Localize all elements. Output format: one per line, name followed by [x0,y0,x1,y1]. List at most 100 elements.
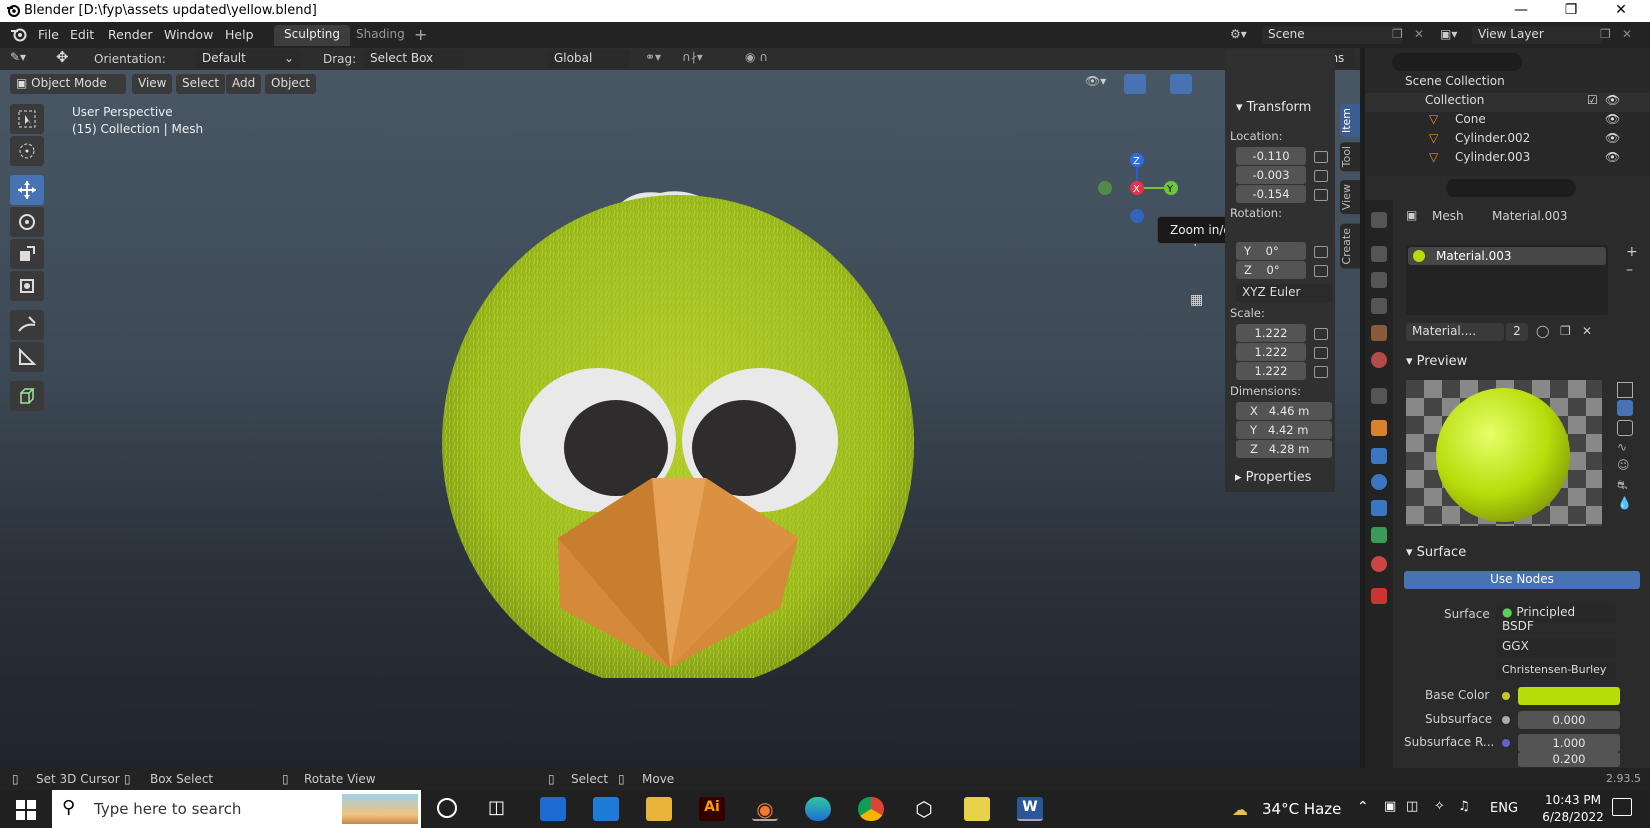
task-view-icon[interactable]: ◫ [488,797,505,818]
clock-time[interactable]: 10:43 PM [1538,793,1608,807]
socket-dot-icon[interactable] [1502,739,1510,747]
tab-create[interactable]: Create [1340,224,1360,269]
taskbar-search-box[interactable]: ⚲ Type here to search [52,790,421,828]
checkbox-icon[interactable]: ☑ [1587,93,1598,107]
properties-section[interactable]: ▸ Properties [1225,462,1335,492]
add-menu[interactable]: Add [226,74,262,94]
file-explorer-icon[interactable] [646,797,672,821]
scene-field[interactable]: Scene [1262,26,1402,44]
subsurface-field[interactable]: 0.000 [1518,711,1620,729]
constraints-tab-icon[interactable] [1371,527,1387,543]
select-menu[interactable]: Select [176,74,226,94]
word-icon[interactable]: W [1017,797,1043,821]
unlink-icon[interactable]: ✕ [1582,324,1592,338]
tab-item[interactable]: Item [1340,104,1360,138]
base-color-swatch[interactable] [1518,687,1620,705]
eye-icon[interactable]: 👁 [1605,131,1620,145]
socket-dot-icon[interactable] [1502,716,1510,724]
navigation-gizmo[interactable]: Z Y X [1095,98,1185,228]
properties-search-input[interactable] [1446,179,1576,197]
eye-icon[interactable]: 👁 [1605,150,1620,164]
outliner-row-cylinder-003[interactable]: ▽ Cylinder.003 👁 [1365,150,1650,169]
dimension-z-field[interactable]: Z 4.28 m [1236,440,1332,458]
preview-cloth-icon[interactable]: ⛐ [1617,478,1627,494]
object-menu[interactable]: Object [265,74,317,94]
lock-icon[interactable] [1314,347,1328,359]
cube-app-icon[interactable]: ⬡ [911,797,937,821]
scene-selector-icon[interactable]: ⚙▾ [1230,27,1247,41]
scene-tab-icon[interactable] [1371,325,1387,341]
outliner-row-cone[interactable]: ▽ Cone 👁 [1365,112,1650,131]
view-menu[interactable]: View [132,74,173,94]
particles-tab-icon[interactable] [1371,474,1387,490]
gizmo-toggle-icon[interactable] [1124,74,1146,94]
tool-tab-icon[interactable] [1371,212,1387,228]
blender-menu-icon[interactable] [10,26,28,45]
measure-tool[interactable] [10,342,44,372]
overlay-toggle-icon[interactable] [1170,74,1192,94]
lock-icon[interactable] [1314,151,1328,163]
remove-slot-icon[interactable]: – [1626,262,1633,278]
tab-sculpting[interactable]: Sculpting [274,25,351,46]
surface-shader-field[interactable]: ● Principled BSDF [1496,604,1616,633]
outliner-row-scene-collection[interactable]: Scene Collection [1365,74,1650,93]
preview-hair-icon[interactable]: ∿ [1617,440,1627,454]
volume-icon[interactable]: ♫ [1458,799,1470,814]
dimension-x-field[interactable]: X 4.46 m [1236,402,1332,420]
weather-text[interactable]: 34°C Haze [1262,800,1341,818]
duplicate-icon[interactable]: ❐ [1560,324,1571,338]
visibility-icon[interactable]: 👁▾ [1085,74,1106,88]
lock-icon[interactable] [1314,246,1328,258]
collection-tab-icon[interactable] [1371,388,1387,404]
pivot-icon[interactable]: ⚭▾ [645,50,661,64]
subsurface-radius-field[interactable]: 1.000 [1518,734,1620,752]
eye-icon[interactable]: 👁 [1605,93,1620,107]
language-indicator[interactable]: ENG [1490,801,1518,816]
menu-file[interactable]: File [38,27,59,42]
cursor-tool[interactable] [10,136,44,166]
menu-edit[interactable]: Edit [70,27,94,42]
blender-taskbar-icon[interactable]: ◉ [752,797,778,821]
tab-tool[interactable]: Tool [1340,142,1360,172]
orientation-dropdown[interactable]: Default ⌄ [196,50,300,68]
preview-sphere-icon[interactable] [1617,400,1633,416]
add-slot-icon[interactable]: + [1626,244,1638,260]
menu-window[interactable]: Window [164,27,213,42]
lock-icon[interactable] [1314,328,1328,340]
world-tab-icon[interactable] [1371,352,1387,368]
socket-dot-icon[interactable] [1502,692,1510,700]
wifi-icon[interactable]: ✧ [1434,799,1445,814]
view-layer-tab-icon[interactable] [1371,298,1387,314]
location-z-field[interactable]: -0.154 [1236,185,1306,203]
location-y-field[interactable]: -0.003 [1236,166,1306,184]
rotation-y-field[interactable]: Y 0° [1236,242,1306,260]
move-tool-icon[interactable]: ✥ [56,48,69,66]
tool-settings-icon[interactable]: ✎▾ [10,50,26,64]
delete-view-layer-icon[interactable]: ✕ [1622,27,1632,41]
notification-icon[interactable] [1612,798,1632,816]
add-workspace-icon[interactable]: + [414,25,427,44]
chrome-icon[interactable] [858,797,884,821]
distribution-dropdown[interactable]: GGX [1496,638,1616,656]
scale-y-field[interactable]: 1.222 [1236,343,1306,361]
tab-view[interactable]: View [1340,180,1360,215]
minimize-button[interactable]: — [1498,2,1544,18]
location-x-field[interactable]: -0.110 [1236,147,1306,165]
transform-tool[interactable] [10,271,44,301]
scale-tool[interactable] [10,239,44,269]
lock-icon[interactable] [1314,170,1328,182]
menu-help[interactable]: Help [225,27,254,42]
view-layer-field[interactable]: View Layer [1472,26,1602,44]
material-slot-row[interactable]: Material.003 [1408,247,1606,265]
texture-tab-icon[interactable] [1371,588,1387,604]
output-tab-icon[interactable] [1371,272,1387,288]
modifiers-tab-icon[interactable] [1371,448,1387,464]
subsurface-radius-field[interactable]: 0.200 [1518,752,1620,767]
preview-monkey-icon[interactable]: ☺ [1617,458,1630,472]
illustrator-icon[interactable]: Ai [699,797,725,821]
eye-icon[interactable]: 👁 [1605,112,1620,126]
use-nodes-button[interactable]: Use Nodes [1404,571,1640,589]
windows-start-icon[interactable] [16,800,36,823]
surface-section-title[interactable]: ▾ Surface [1406,545,1466,560]
fake-user-icon[interactable]: ◯ [1536,324,1549,338]
